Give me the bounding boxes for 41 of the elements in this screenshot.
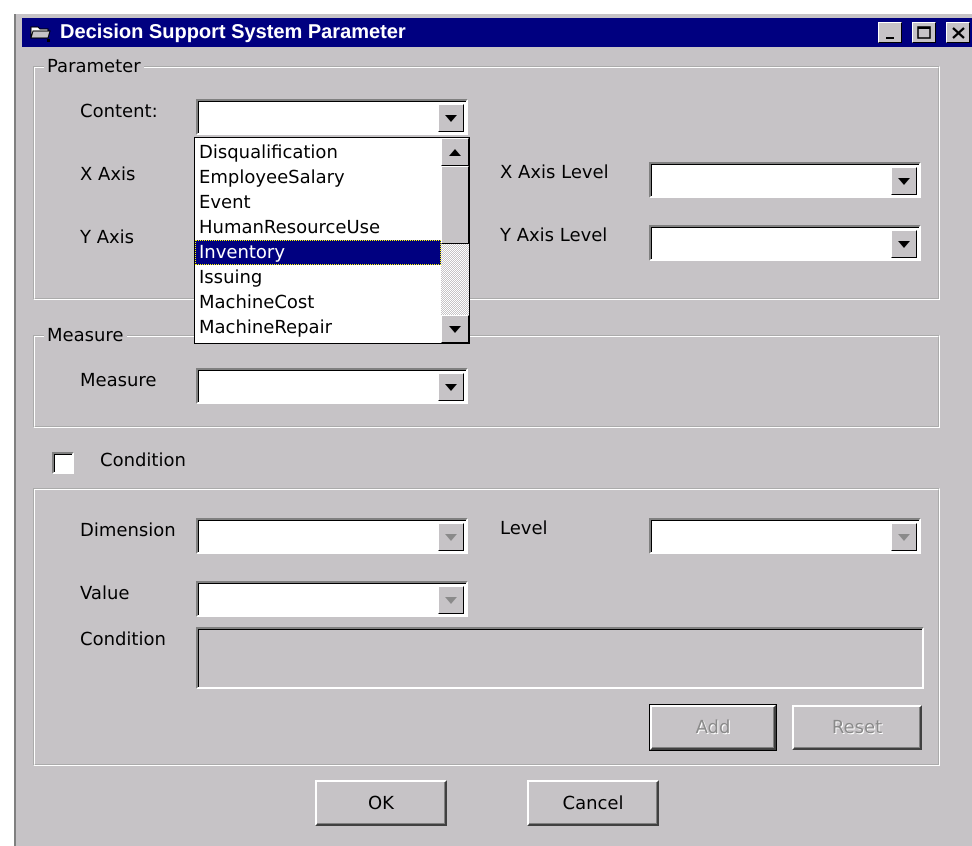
list-item[interactable]: Inventory [195, 240, 441, 265]
list-item[interactable]: MachineCost [195, 290, 441, 315]
list-item[interactable]: MachineRepair [195, 315, 441, 340]
checkbox-label: Condition [100, 450, 186, 470]
window-title: Decision Support System Parameter [60, 21, 407, 44]
maximize-button[interactable] [912, 22, 936, 43]
dialog-button[interactable]: Cancel [527, 780, 659, 826]
close-button[interactable] [946, 22, 970, 43]
dropdown-field[interactable] [649, 225, 921, 261]
down-arrow-icon [449, 326, 461, 332]
maximize-icon [917, 26, 931, 39]
scroll-down-button[interactable] [441, 315, 469, 343]
dropdown-field[interactable] [649, 162, 921, 198]
field-label: Level [500, 518, 549, 539]
minimize-button[interactable] [878, 22, 902, 43]
dialog-button[interactable]: OK [315, 780, 447, 826]
scroll-thumb[interactable] [441, 166, 469, 244]
field-label: Condition [80, 628, 167, 652]
group-title: Parameter [46, 56, 142, 77]
dropdown-field[interactable] [196, 368, 468, 404]
dropdown-field[interactable] [196, 99, 468, 135]
close-icon [952, 26, 964, 38]
list-item[interactable]: EmployeeSalary [195, 165, 441, 190]
field-label: Dimension [80, 519, 177, 541]
field-label: Y Axis Level [500, 225, 608, 246]
field-label: X Axis Level [500, 162, 610, 183]
list-item[interactable]: Issuing [195, 265, 441, 290]
field-label: Y Axis [80, 226, 136, 248]
scroll-up-button[interactable] [441, 138, 469, 166]
list-item[interactable]: HumanResourceUse [195, 215, 441, 240]
scrollbar[interactable] [441, 138, 469, 343]
checkbox[interactable] [52, 452, 74, 474]
field-label: Measure [80, 369, 158, 391]
field-label: Content: [80, 100, 159, 122]
up-arrow-icon [449, 148, 461, 156]
list-item[interactable]: Disqualification [195, 140, 441, 165]
group-title: Measure [46, 325, 124, 346]
field-label: X Axis [80, 163, 136, 185]
list-item[interactable]: Event [195, 190, 441, 215]
field-label: Value [80, 582, 130, 604]
minimize-icon [886, 36, 894, 38]
